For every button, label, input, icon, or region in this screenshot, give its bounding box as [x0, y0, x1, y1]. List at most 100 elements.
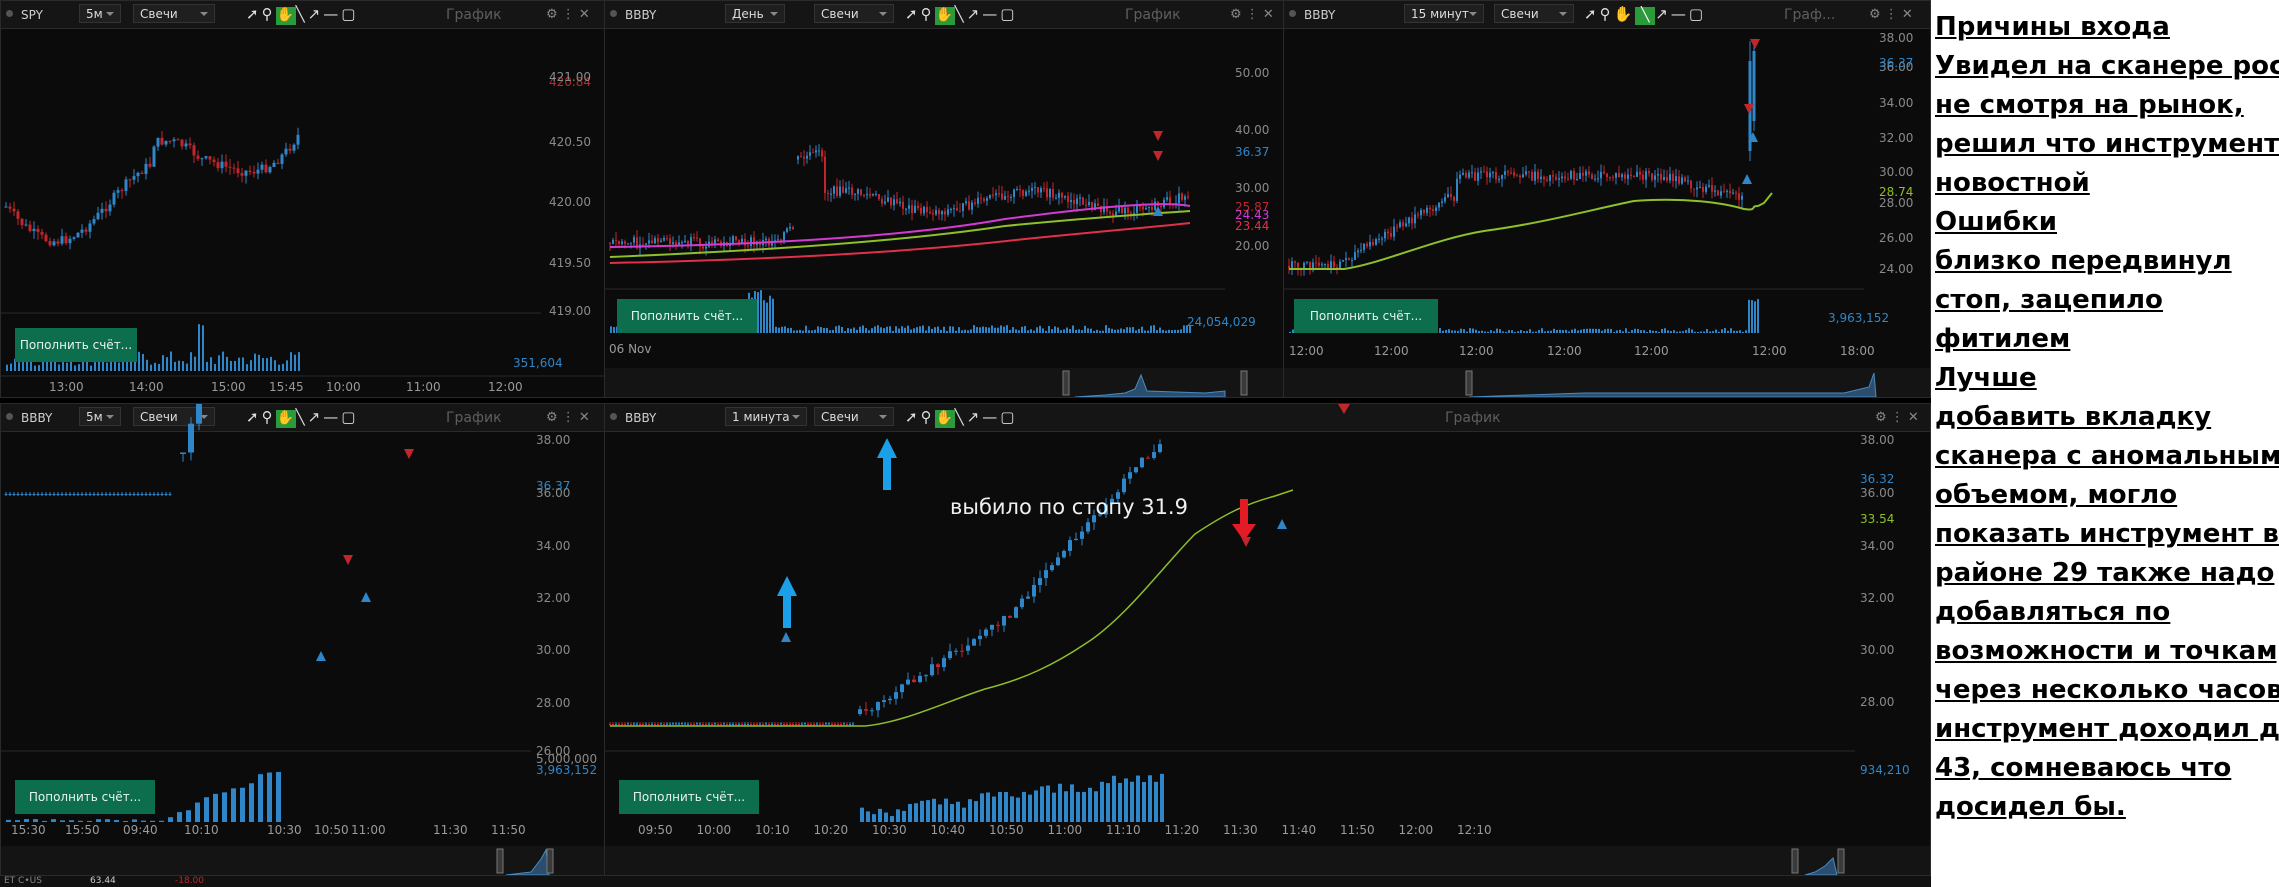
- candle: [1291, 261, 1293, 269]
- candle: [16, 494, 20, 495]
- candle: [12, 208, 16, 212]
- candle: [789, 226, 791, 229]
- volume-bar: [105, 819, 110, 822]
- volume-bar: [956, 801, 960, 822]
- fund-account-button[interactable]: Пополнить счёт...: [1294, 299, 1438, 333]
- candle: [888, 698, 892, 701]
- candle: [60, 494, 64, 495]
- candle: [842, 186, 844, 193]
- candle: [837, 724, 839, 725]
- candle: [690, 724, 692, 725]
- navigator-handle[interactable]: [1837, 848, 1845, 874]
- candle: [260, 164, 264, 170]
- candle: [942, 658, 946, 668]
- candle: [1031, 187, 1033, 191]
- volume-bar: [1100, 781, 1104, 822]
- candle: [714, 723, 716, 725]
- volume-bar: [892, 330, 894, 333]
- price-label: 30.00: [536, 643, 570, 657]
- candle: [864, 709, 868, 711]
- navigator-handle[interactable]: [1240, 370, 1248, 396]
- volume-bar: [1754, 301, 1756, 333]
- volume-bar: [1180, 329, 1182, 333]
- volume-bar: [949, 326, 951, 333]
- candle: [136, 494, 140, 495]
- volume-bar: [817, 326, 819, 333]
- candle: [786, 724, 788, 725]
- volume-bar: [1517, 331, 1519, 333]
- candle: [684, 240, 686, 243]
- navigator-handle[interactable]: [1791, 848, 1799, 874]
- fund-account-button[interactable]: Пополнить счёт...: [15, 328, 137, 362]
- volume-bar: [1685, 329, 1687, 333]
- volume-bar: [769, 295, 771, 333]
- price-label: 34.00: [1879, 96, 1913, 110]
- candle: [1501, 174, 1503, 179]
- candle: [869, 193, 871, 196]
- volume-bar: [1556, 330, 1558, 333]
- candle: [76, 232, 80, 238]
- volume-bar: [940, 329, 942, 333]
- candle: [1068, 540, 1072, 551]
- candle: [762, 724, 764, 725]
- candle: [726, 724, 728, 725]
- bbby-1m-chart: 38.00 36.00 34.00 32.00 30.00 28.00 36.3…: [605, 404, 1930, 875]
- candle: [654, 238, 656, 244]
- fund-account-button[interactable]: Пополнить счёт...: [617, 299, 757, 333]
- candle: [1351, 260, 1353, 262]
- volume-bar: [1442, 330, 1444, 333]
- fund-account-button[interactable]: Пополнить счёт...: [619, 780, 759, 814]
- candle: [1178, 193, 1180, 204]
- candle: [1393, 226, 1395, 237]
- volume-bar: [1124, 778, 1128, 822]
- candle: [1480, 171, 1482, 173]
- volume-bar: [1511, 330, 1513, 333]
- candle: [1609, 177, 1611, 179]
- volume-bar: [856, 329, 858, 333]
- candle: [1181, 193, 1183, 200]
- candle: [995, 193, 997, 196]
- candle: [1136, 205, 1138, 213]
- volume-bar: [862, 325, 864, 333]
- candle: [881, 199, 883, 204]
- candle: [1002, 615, 1006, 626]
- candle: [792, 724, 794, 725]
- candle: [642, 724, 644, 725]
- volume-label: 934,210: [1860, 763, 1910, 777]
- navigator-handle[interactable]: [496, 848, 504, 874]
- volume-bar: [844, 330, 846, 333]
- navigator-handle[interactable]: [1465, 370, 1473, 396]
- candle: [860, 189, 862, 195]
- volume-bar: [1090, 328, 1092, 333]
- volume-bar: [1745, 330, 1747, 333]
- volume-bar: [1024, 326, 1026, 333]
- status-change: -18.00: [175, 876, 205, 886]
- volume-bar: [267, 772, 272, 822]
- candle: [1435, 207, 1437, 211]
- navigator-handle[interactable]: [546, 848, 554, 874]
- note-line: объемом, могло: [1935, 480, 2178, 510]
- candle: [164, 494, 168, 495]
- candle: [1693, 188, 1695, 190]
- time-label: 11:00: [406, 380, 441, 394]
- note-line: досидел бы.: [1935, 792, 2126, 822]
- candle: [1079, 197, 1081, 199]
- navigator-handle[interactable]: [1062, 370, 1070, 396]
- candle: [72, 237, 76, 239]
- candle: [1187, 196, 1189, 198]
- volume-bar: [1096, 329, 1098, 333]
- candle: [936, 664, 940, 668]
- volume-bar: [1448, 329, 1450, 333]
- volume-bar: [910, 329, 912, 333]
- fund-account-button[interactable]: Пополнить счёт...: [15, 780, 155, 814]
- candle: [1306, 261, 1308, 263]
- volume-bar: [249, 783, 254, 822]
- time-label: 10:10: [184, 823, 219, 837]
- candle: [705, 724, 707, 725]
- volume-bar: [278, 364, 280, 371]
- volume-bar: [787, 328, 789, 333]
- volume-bar: [967, 330, 969, 333]
- candle: [1495, 172, 1497, 180]
- volume-bar: [1048, 326, 1050, 333]
- volume-bar: [1673, 330, 1675, 333]
